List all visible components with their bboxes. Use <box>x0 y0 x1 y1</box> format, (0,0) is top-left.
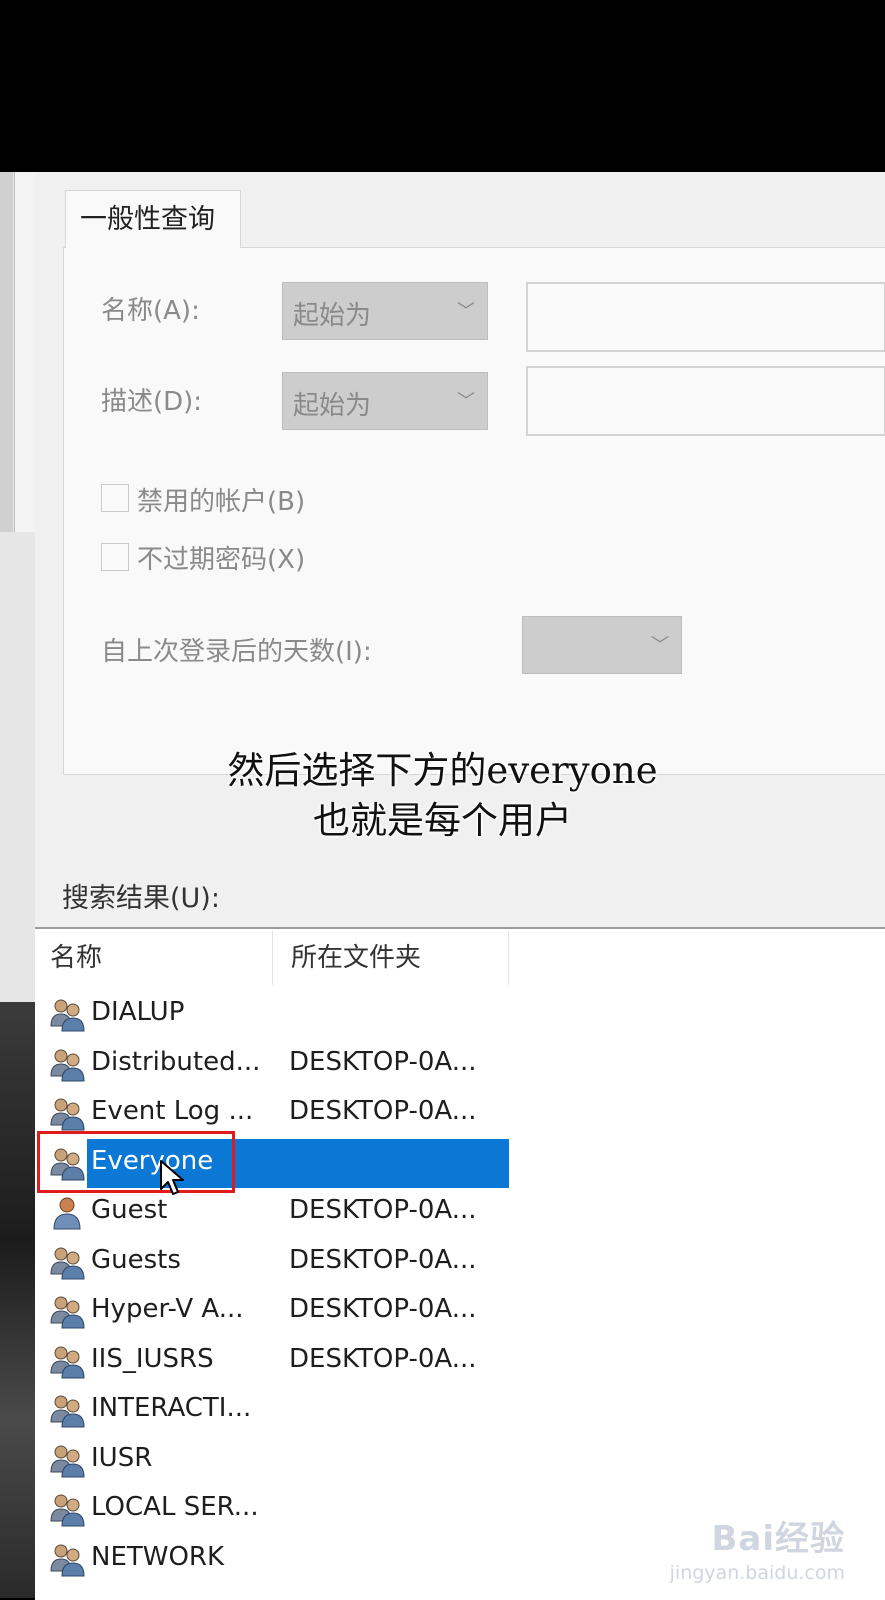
row-name: Event Log ... <box>91 1096 254 1126</box>
description-match-dropdown[interactable]: 起始为 ﹀ <box>282 372 488 430</box>
non-expiring-password-label: 不过期密码(X) <box>137 545 306 575</box>
background-scroll-area <box>14 172 35 532</box>
row-folder: DESKTOP-0A... <box>289 1195 477 1225</box>
select-users-dialog: 一般性查询 名称(A): 起始为 ﹀ 描述(D): 起始为 ﹀ 禁用的帐户(B)… <box>35 172 885 1600</box>
non-expiring-password-checkbox[interactable] <box>101 543 129 571</box>
row-name: Hyper-V A... <box>91 1294 244 1324</box>
row-name: INTERACTI... <box>91 1393 252 1423</box>
name-match-value: 起始为 <box>293 301 372 331</box>
table-row[interactable]: Guest DESKTOP-0A... <box>35 1188 885 1237</box>
chevron-down-icon: ﹀ <box>651 635 669 656</box>
general-queries-panel: 名称(A): 起始为 ﹀ 描述(D): 起始为 ﹀ 禁用的帐户(B) 不过期密码… <box>63 247 885 775</box>
days-since-login-label: 自上次登录后的天数(I): <box>101 637 372 667</box>
desktop-background <box>0 1002 35 1598</box>
group-icon <box>48 1343 86 1381</box>
video-subtitle-line-1: 然后选择下方的everyone <box>227 749 658 792</box>
video-top-letterbox <box>0 0 885 172</box>
annotation-highlight-box <box>37 1130 235 1193</box>
row-name: LOCAL SER... <box>91 1492 259 1522</box>
row-name: IUSR <box>91 1442 153 1473</box>
row-folder: DESKTOP-0A... <box>289 1096 477 1126</box>
disabled-accounts-checkbox[interactable] <box>101 484 129 512</box>
row-name: NETWORK <box>91 1541 225 1572</box>
row-folder: DESKTOP-0A... <box>289 1343 477 1374</box>
row-folder: DESKTOP-0A... <box>289 1046 477 1077</box>
search-results-list[interactable]: 名称 所在文件夹 DIALUP Distributed... DESKTOP-0A.… <box>35 927 885 1600</box>
group-icon <box>48 1046 86 1084</box>
tab-general-queries[interactable]: 一般性查询 <box>65 190 241 248</box>
days-since-login-dropdown[interactable]: ﹀ <box>522 616 682 674</box>
group-icon <box>48 1392 86 1430</box>
chevron-down-icon: ﹀ <box>457 391 475 412</box>
table-row[interactable]: Everyone <box>35 1130 885 1195</box>
column-header-folder[interactable]: 所在文件夹 <box>291 929 421 987</box>
row-folder: DESKTOP-0A... <box>289 1244 477 1275</box>
search-results-label: 搜索结果(U): <box>62 883 220 914</box>
name-input[interactable] <box>526 282 885 352</box>
disabled-accounts-label: 禁用的帐户(B) <box>137 487 306 517</box>
group-icon <box>48 996 86 1034</box>
row-name: Distributed... <box>91 1046 261 1077</box>
table-row[interactable]: INTERACTI... <box>35 1386 885 1435</box>
group-icon <box>48 1442 86 1480</box>
group-icon <box>48 1095 86 1133</box>
group-icon <box>48 1244 86 1282</box>
background-window-strip <box>0 172 35 1598</box>
row-name: Guest <box>91 1195 168 1225</box>
group-icon <box>48 1491 86 1529</box>
row-folder: DESKTOP-0A... <box>289 1294 477 1324</box>
watermark-logo: Bai经验 <box>711 1519 845 1559</box>
chevron-down-icon: ﹀ <box>457 301 475 322</box>
table-row[interactable]: IUSR <box>35 1436 885 1485</box>
column-divider[interactable] <box>508 931 509 985</box>
row-name: IIS_IUSRS <box>91 1343 214 1374</box>
table-row[interactable]: Distributed... DESKTOP-0A... <box>35 1040 885 1089</box>
name-label: 名称(A): <box>101 296 200 326</box>
group-icon <box>48 1541 86 1579</box>
table-row[interactable]: Hyper-V A... DESKTOP-0A... <box>35 1287 885 1336</box>
user-icon <box>48 1194 86 1232</box>
name-match-dropdown[interactable]: 起始为 ﹀ <box>282 282 488 340</box>
table-row[interactable]: IIS_IUSRS DESKTOP-0A... <box>35 1337 885 1386</box>
group-icon <box>48 1293 86 1331</box>
description-match-value: 起始为 <box>293 391 372 421</box>
watermark-url: jingyan.baidu.com <box>669 1562 845 1584</box>
row-name: Guests <box>91 1244 181 1275</box>
background-scroll-track <box>0 172 13 532</box>
table-row[interactable]: DIALUP <box>35 990 885 1039</box>
baidu-jingyan-watermark: Bai经验 jingyan.baidu.com <box>670 1511 845 1584</box>
table-row[interactable]: Guests DESKTOP-0A... <box>35 1238 885 1287</box>
row-name: DIALUP <box>91 997 185 1027</box>
description-input[interactable] <box>526 366 885 436</box>
column-divider[interactable] <box>272 931 273 985</box>
column-header-name[interactable]: 名称 <box>50 929 102 987</box>
video-subtitle-line-2: 也就是每个用户 <box>313 799 572 842</box>
description-label: 描述(D): <box>101 387 203 417</box>
